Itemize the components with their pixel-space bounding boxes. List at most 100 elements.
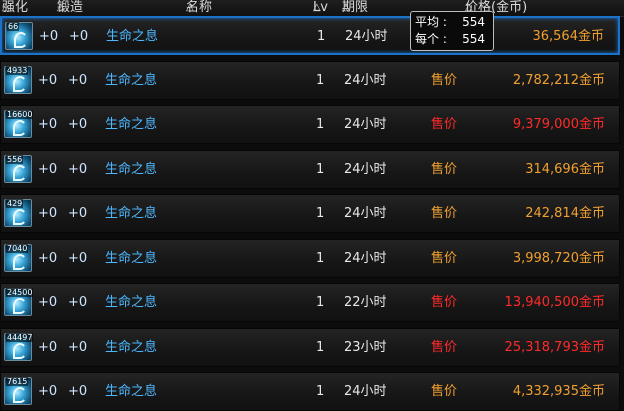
level-value: 1 — [316, 72, 325, 88]
price-value: 13,940,500金币 — [505, 284, 605, 321]
level-value: 1 — [316, 117, 325, 132]
price-tooltip: 平均 : 554 每个 : 554 — [410, 11, 494, 51]
price-value: 4,332,935金币 — [513, 373, 605, 410]
table-row[interactable]: 24500 +0 +0 生命之息 1 22小时 售价 13,940,500金币 — [0, 283, 620, 322]
sell-price-label: 售价 — [431, 250, 458, 266]
price-amount: 9,379,000 — [512, 117, 579, 132]
sell-price-label: 售价 — [431, 206, 458, 221]
forge-value: +0 — [69, 29, 89, 44]
level-value: 1 — [316, 250, 325, 266]
sort-arrow-icon: △ — [186, 2, 194, 13]
item-count: 429 — [6, 199, 24, 208]
price-value: 3,998,720金币 — [513, 240, 605, 277]
term-value: 24小时 — [344, 206, 387, 221]
forge-value: +0 — [68, 295, 88, 310]
item-name: 生命之息 — [105, 117, 158, 132]
item-count: 7040 — [6, 243, 29, 253]
item-count: 44497 — [6, 332, 34, 342]
table-row[interactable]: 556 +0 +0 生命之息 1 24小时 售价 314,696金币 — [0, 149, 620, 189]
term-value: 24小时 — [344, 72, 387, 88]
breath-of-life-icon: 7040 — [4, 243, 32, 272]
price-unit: 金币 — [578, 72, 605, 88]
level-value: 1 — [316, 339, 325, 355]
sell-price-label: 售价 — [431, 72, 458, 88]
swirl-icon — [13, 120, 27, 136]
breath-of-life-icon: 16600 — [4, 110, 34, 138]
item-name: 生命之息 — [106, 29, 159, 44]
item-name: 生命之息 — [105, 295, 158, 310]
term-value: 24小时 — [345, 29, 388, 44]
price-amount: 314,696 — [525, 161, 579, 177]
table-row[interactable]: 66 +0 +0 生命之息 1 24小时 36,564金币 — [0, 16, 620, 55]
swirl-icon — [13, 75, 27, 92]
tooltip-each-row: 每个 : 554 — [415, 32, 485, 46]
price-unit: 金币 — [578, 339, 605, 355]
level-value: 1 — [317, 29, 326, 44]
sell-price-label: 售价 — [431, 339, 458, 355]
item-name: 生命之息 — [105, 72, 158, 88]
table-row[interactable]: 429 +0 +0 生命之息 1 24小时 售价 242,814金币 — [0, 194, 620, 233]
price-value: 242,814金币 — [525, 195, 605, 232]
enhance-value: +0 — [38, 339, 58, 355]
item-name: 生命之息 — [105, 384, 158, 399]
tooltip-avg-value: 554 — [462, 15, 485, 29]
forge-value: +0 — [68, 384, 88, 399]
breath-of-life-icon: 24500 — [4, 288, 34, 316]
forge-value: +0 — [68, 117, 88, 132]
term-value: 24小时 — [344, 250, 387, 266]
enhance-value: +0 — [38, 384, 58, 399]
swirl-icon — [14, 32, 28, 48]
price-value: 9,379,000金币 — [513, 106, 605, 143]
level-value: 1 — [316, 384, 325, 399]
term-value: 24小时 — [344, 384, 387, 399]
sort-arrow-icon: △ — [2, 2, 10, 13]
tooltip-avg-label: 平均 — [415, 15, 440, 29]
price-value: 25,318,793金币 — [505, 329, 605, 366]
sell-price-label: 售价 — [431, 384, 458, 399]
enhance-value: +0 — [38, 206, 58, 221]
forge-value: +0 — [68, 206, 88, 221]
table-row[interactable]: 7040 +0 +0 生命之息 1 24小时 售价 3,998,720金币 — [0, 238, 620, 278]
price-unit: 金币 — [578, 161, 605, 177]
item-name: 生命之息 — [105, 339, 158, 355]
item-count: 556 — [6, 154, 24, 164]
table-row[interactable]: 4933 +0 +0 生命之息 1 24小时 售价 2,782,212金币 — [0, 60, 620, 100]
swirl-icon — [13, 342, 27, 359]
swirl-icon — [13, 209, 27, 225]
enhance-value: +0 — [39, 29, 59, 44]
forge-value: +0 — [68, 72, 88, 88]
price-unit: 金币 — [578, 384, 605, 399]
price-unit: 金币 — [578, 117, 605, 132]
level-value: 1 — [316, 206, 325, 221]
sell-price-label: 售价 — [431, 161, 458, 177]
breath-of-life-icon: 429 — [4, 199, 32, 227]
forge-value: +0 — [68, 250, 88, 266]
price-unit: 金币 — [578, 206, 605, 221]
sell-price-label: 售价 — [431, 295, 458, 310]
swirl-icon — [13, 387, 27, 403]
term-value: 22小时 — [344, 295, 387, 310]
table-row[interactable]: 16600 +0 +0 生命之息 1 24小时 售价 9,379,000金币 — [0, 105, 620, 144]
price-amount: 13,940,500 — [504, 295, 579, 310]
price-unit: 金币 — [578, 295, 605, 310]
sort-arrow-icon: △ — [313, 2, 321, 13]
term-value: 24小时 — [344, 117, 387, 132]
price-value: 2,782,212金币 — [513, 62, 605, 99]
price-amount: 2,782,212 — [512, 72, 579, 88]
tooltip-avg-row: 平均 : 554 — [415, 15, 485, 29]
price-amount: 36,564 — [532, 29, 578, 44]
tooltip-each-label: 每个 — [415, 32, 440, 46]
forge-value: +0 — [68, 161, 88, 177]
sell-price-label: 售价 — [431, 117, 458, 132]
table-row[interactable]: 7615 +0 +0 生命之息 1 24小时 售价 4,332,935金币 — [0, 372, 620, 411]
breath-of-life-icon: 7615 — [4, 377, 32, 405]
sort-arrow-icon: △ — [57, 2, 65, 13]
item-count: 7615 — [6, 377, 29, 386]
forge-value: +0 — [68, 339, 88, 355]
sort-arrow-icon: △ — [342, 2, 350, 13]
table-row[interactable]: 44497 +0 +0 生命之息 1 23小时 售价 25,318,793金币 — [0, 327, 620, 367]
price-amount: 25,318,793 — [504, 339, 579, 355]
breath-of-life-icon: 44497 — [4, 332, 34, 361]
enhance-value: +0 — [38, 250, 58, 266]
swirl-icon — [13, 164, 27, 181]
